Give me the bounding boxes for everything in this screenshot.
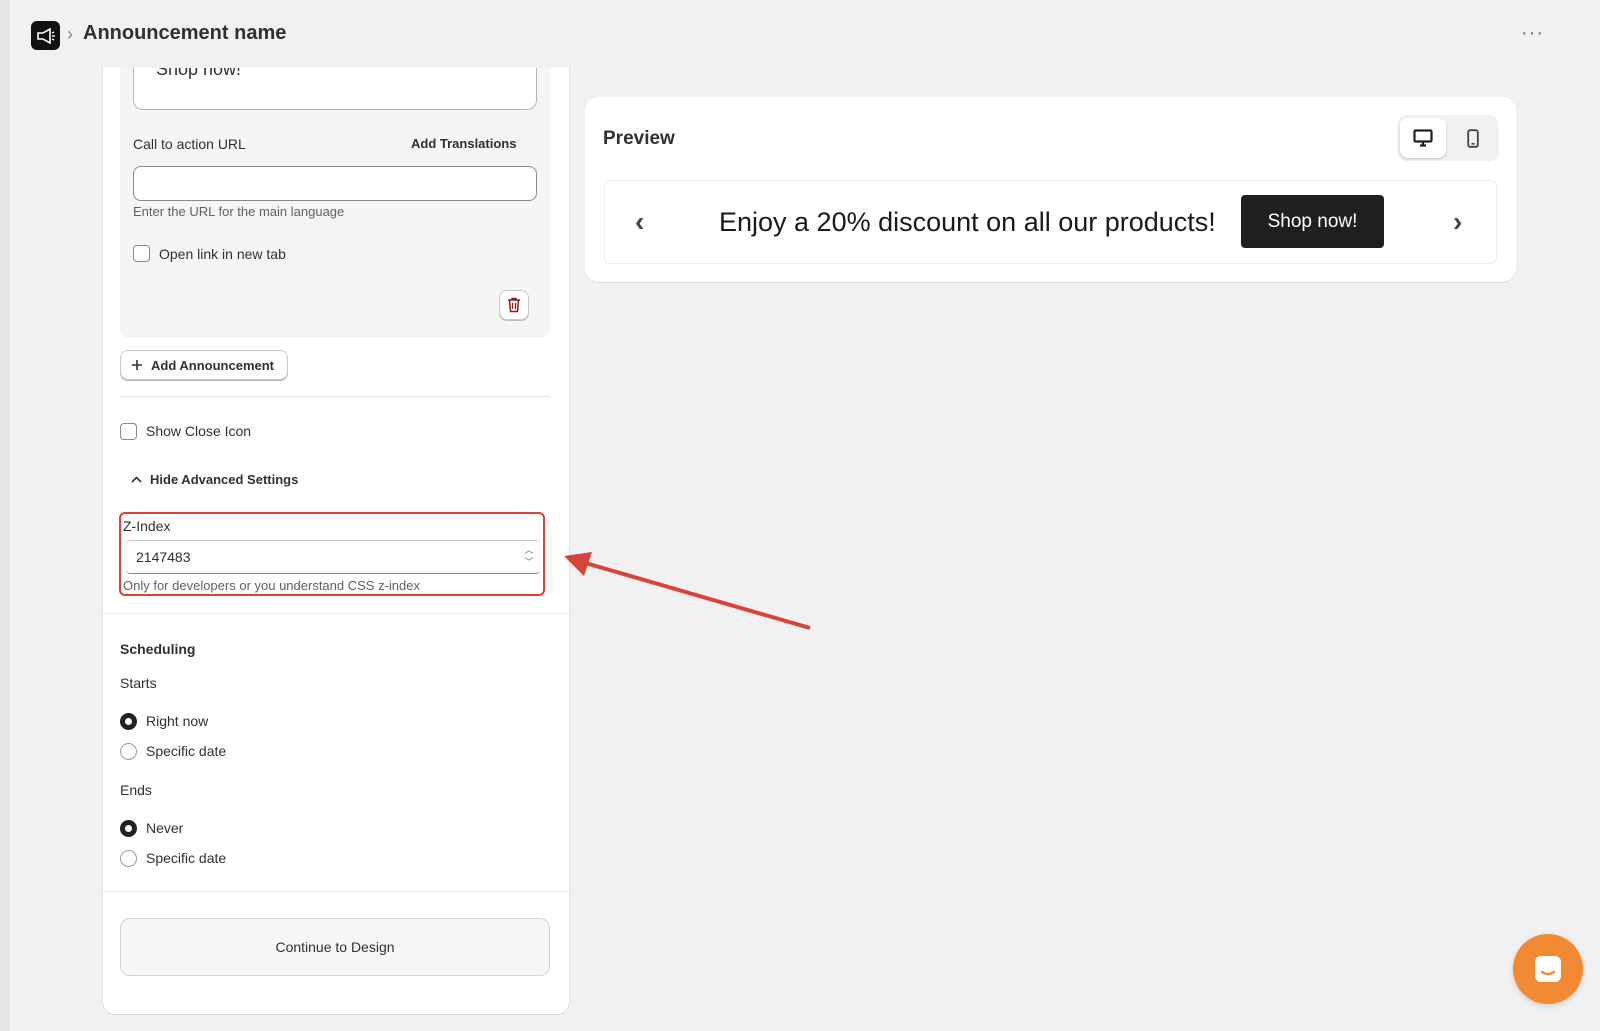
zindex-help-text: Only for developers or you understand CS… <box>123 578 420 593</box>
stepper-up-icon[interactable]: ︿ <box>522 544 536 556</box>
continue-to-design-button[interactable]: Continue to Design <box>120 918 550 976</box>
add-translations-link[interactable]: Add Translations <box>411 136 516 151</box>
cta-url-input[interactable] <box>133 166 537 201</box>
ends-label: Ends <box>120 782 152 798</box>
mobile-icon <box>1467 128 1479 148</box>
settings-panel: Shop now! Call to action URL Add Transla… <box>103 68 569 1014</box>
announcement-card: Shop now! Call to action URL Add Transla… <box>120 68 550 338</box>
url-help-text: Enter the URL for the main language <box>133 204 345 219</box>
more-options-icon[interactable]: ··· <box>1521 22 1544 45</box>
starts-label: Starts <box>120 675 157 691</box>
add-announcement-label: Add Announcement <box>151 357 275 373</box>
advanced-toggle-label: Hide Advanced Settings <box>150 472 299 487</box>
left-edge-strip <box>0 0 10 1031</box>
starts-right-now-label: Right now <box>146 713 209 729</box>
stepper-down-icon[interactable]: ﹀ <box>522 556 536 568</box>
megaphone-icon <box>36 27 55 44</box>
open-new-tab-checkbox[interactable] <box>133 245 150 262</box>
annotation-arrow-icon <box>564 552 811 630</box>
plus-icon <box>132 360 142 370</box>
open-new-tab-label: Open link in new tab <box>159 246 286 262</box>
add-announcement-button[interactable]: Add Announcement <box>120 350 288 380</box>
starts-specific-date-radio[interactable] <box>120 743 137 760</box>
desktop-view-button[interactable] <box>1400 118 1446 158</box>
next-arrow-icon[interactable]: › <box>1453 206 1462 238</box>
megaphone-app-icon[interactable] <box>31 21 60 50</box>
zindex-highlight-box: Z-Index 2147483 ︿ ﹀ Only for developers … <box>119 512 545 596</box>
announcement-text-field[interactable]: Shop now! <box>133 68 537 110</box>
zindex-value: 2147483 <box>136 549 191 565</box>
announcement-text-value: Shop now! <box>156 68 242 79</box>
preview-card: Preview ‹ Enjoy a 20% discount on all ou… <box>585 97 1516 282</box>
announcement-bar-preview: ‹ Enjoy a 20% discount on all our produc… <box>604 180 1497 264</box>
delete-announcement-button[interactable] <box>499 290 529 320</box>
show-close-icon-label: Show Close Icon <box>146 423 252 439</box>
announcement-preview-text: Enjoy a 20% discount on all our products… <box>719 207 1216 237</box>
zindex-label: Z-Index <box>123 518 171 534</box>
chat-widget-button[interactable] <box>1513 934 1583 1004</box>
shop-now-button[interactable]: Shop now! <box>1241 195 1384 248</box>
chat-icon <box>1535 956 1561 982</box>
zindex-stepper[interactable]: ︿ ﹀ <box>522 544 536 570</box>
preview-title: Preview <box>603 128 675 149</box>
starts-right-now-radio[interactable] <box>120 713 137 730</box>
page-title: Announcement name <box>83 22 287 44</box>
show-close-icon-checkbox[interactable] <box>120 423 137 440</box>
url-field-label: Call to action URL <box>133 136 246 152</box>
hide-advanced-settings-toggle[interactable]: Hide Advanced Settings <box>131 472 298 487</box>
ends-specific-date-radio[interactable] <box>120 850 137 867</box>
divider <box>103 613 569 614</box>
ends-never-label: Never <box>146 820 184 836</box>
zindex-input[interactable]: 2147483 ︿ ﹀ <box>126 540 540 574</box>
divider <box>103 891 569 892</box>
mobile-view-button[interactable] <box>1450 118 1496 158</box>
ends-specific-date-label: Specific date <box>146 850 227 866</box>
divider <box>120 396 550 397</box>
chevron-up-icon <box>131 476 142 483</box>
device-toggle <box>1397 115 1499 161</box>
starts-specific-date-label: Specific date <box>146 743 227 759</box>
top-bar: › Announcement name ··· <box>10 0 1600 68</box>
trash-icon <box>508 297 520 313</box>
desktop-icon <box>1413 129 1433 147</box>
ends-never-radio[interactable] <box>120 820 137 837</box>
breadcrumb-separator: › <box>67 24 73 44</box>
scheduling-title: Scheduling <box>120 641 196 657</box>
previous-arrow-icon[interactable]: ‹ <box>635 206 644 238</box>
